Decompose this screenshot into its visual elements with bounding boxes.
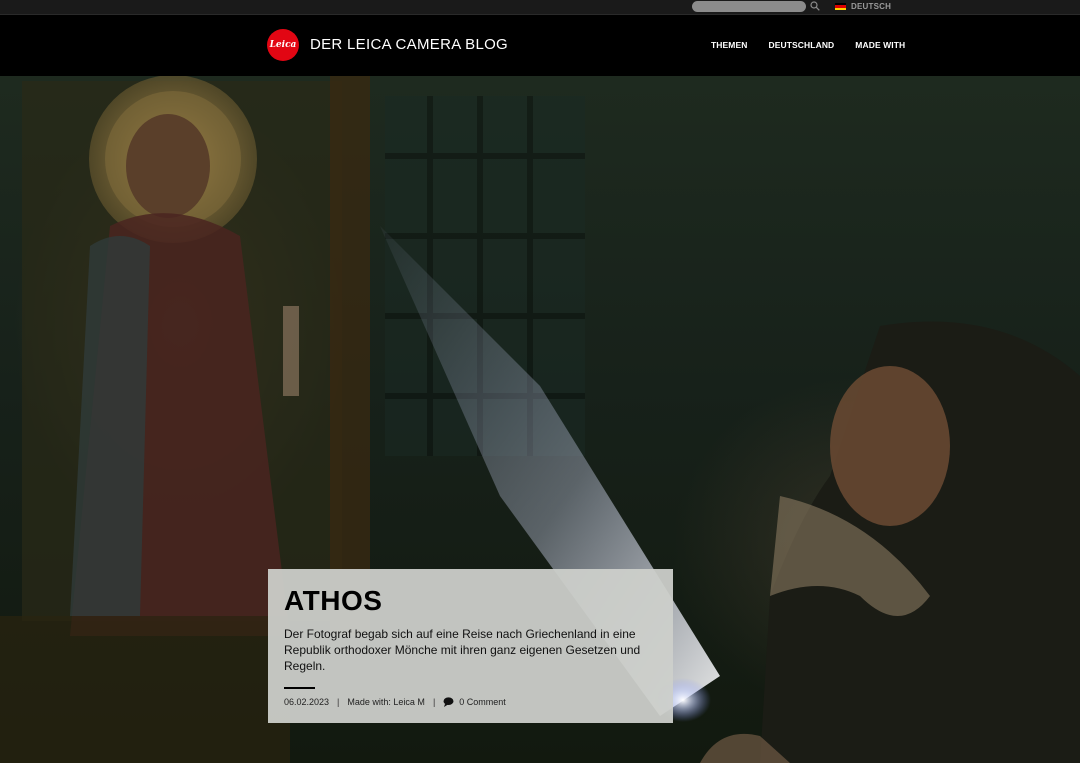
site-title[interactable]: DER LEICA CAMERA BLOG — [310, 36, 508, 53]
nav-item-themen[interactable]: THEMEN — [711, 40, 748, 50]
comment-count-link[interactable]: 0 Comment — [459, 697, 506, 707]
language-label: DEUTSCH — [851, 2, 892, 11]
divider — [284, 687, 315, 689]
article-meta: 06.02.2023 | Made with: Leica M | 0 Comm… — [284, 697, 506, 707]
article-excerpt: Der Fotograf begab sich auf eine Reise n… — [284, 627, 641, 673]
nav-item-deutschland[interactable]: DEUTSCHLAND — [769, 40, 835, 50]
made-with-link[interactable]: Made with: Leica M — [347, 697, 425, 707]
article-card[interactable]: ATHOS Der Fotograf begab sich auf eine R… — [268, 569, 673, 723]
nav-item-made-with[interactable]: MADE WITH — [855, 40, 905, 50]
site-header: Leica DER LEICA CAMERA BLOG THEMEN DEUTS… — [0, 15, 1080, 76]
search-input[interactable] — [692, 1, 806, 12]
separator: | — [337, 697, 340, 707]
leica-logo[interactable]: Leica — [267, 29, 299, 61]
search-icon[interactable] — [810, 1, 820, 11]
main-nav: THEMEN DEUTSCHLAND MADE WITH — [711, 40, 905, 50]
language-switcher[interactable]: DEUTSCH — [835, 1, 891, 12]
separator: | — [432, 697, 436, 707]
german-flag-icon — [835, 3, 846, 10]
comment-icon — [443, 697, 454, 707]
utility-bar: DEUTSCH — [0, 0, 1080, 15]
article-title[interactable]: ATHOS — [284, 585, 382, 617]
article-date: 06.02.2023 — [284, 697, 330, 707]
